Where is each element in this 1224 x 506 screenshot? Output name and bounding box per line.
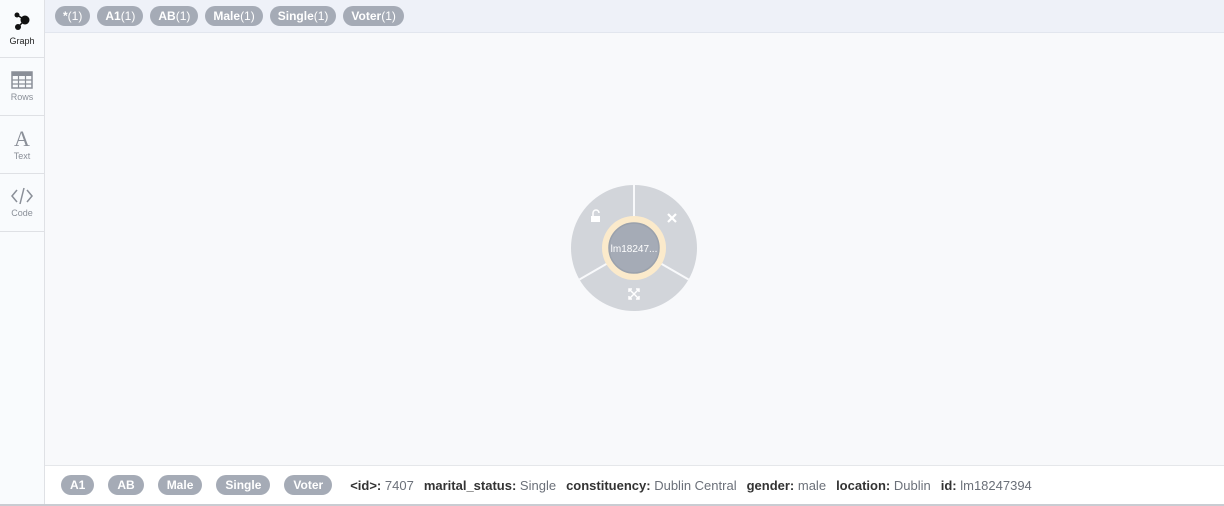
property-list: <id>: 7407 marital_status: Single consti… <box>350 478 1042 493</box>
property-key: location: <box>836 477 891 493</box>
property-value: Dublin Central <box>654 477 737 493</box>
detail-label-single[interactable]: Single <box>216 475 271 495</box>
detail-label-ab[interactable]: AB <box>108 475 144 495</box>
graph-icon <box>14 12 30 30</box>
pill-label: AB <box>158 9 176 23</box>
graph-canvas[interactable]: lm18247... <box>45 33 1224 465</box>
text-icon: A <box>14 128 30 148</box>
sidebar-item-label: Code <box>11 208 33 218</box>
property-key: gender: <box>746 477 795 493</box>
node-details-bar: A1 AB Male Single Voter <id>: 7407 marit… <box>45 465 1224 504</box>
sidebar-item-code[interactable]: Code <box>0 174 44 232</box>
property-item: <id>: 7407 <box>350 478 414 493</box>
graph-node-group[interactable]: lm18247... <box>570 185 698 312</box>
property-value: Single <box>519 477 557 493</box>
property-key: constituency: <box>566 477 651 493</box>
property-value: Dublin <box>893 477 931 493</box>
pill-label: Voter <box>351 9 382 23</box>
pill-label: A1 <box>105 9 121 23</box>
label-pill-voter[interactable]: Voter (1) <box>343 6 404 26</box>
label-pill-a1[interactable]: A1 (1) <box>97 6 144 26</box>
property-key: id: <box>940 477 957 493</box>
pill-label: Male <box>213 9 241 23</box>
svg-text:A: A <box>14 128 30 148</box>
pill-count: (1) <box>313 9 329 23</box>
sidebar-item-graph[interactable]: Graph <box>0 0 44 58</box>
label-pill-all[interactable]: * (1) <box>55 6 91 26</box>
sidebar-item-label: Graph <box>9 36 35 46</box>
label-pill-single[interactable]: Single (1) <box>269 6 337 26</box>
label-pill-ab[interactable]: AB (1) <box>150 6 199 26</box>
property-item: gender: male <box>747 478 826 493</box>
code-icon <box>11 187 33 205</box>
property-item: location: Dublin <box>836 478 931 493</box>
pill-count: (1) <box>120 9 136 23</box>
pill-label: Single <box>277 9 314 23</box>
property-item: marital_status: Single <box>424 478 556 493</box>
pill-count: (1) <box>381 9 396 23</box>
detail-label-voter[interactable]: Voter <box>284 475 333 495</box>
property-item: constituency: Dublin Central <box>566 478 737 493</box>
detail-label-male[interactable]: Male <box>157 475 203 495</box>
sidebar-item-text[interactable]: A Text <box>0 116 44 174</box>
table-icon <box>11 71 33 89</box>
property-value: lm18247394 <box>960 477 1032 493</box>
sidebar-item-label: Rows <box>10 92 34 102</box>
label-filter-bar: * (1) A1 (1) AB (1) Male (1) Single (1) Voter… <box>45 0 1224 33</box>
sidebar-item-label: Text <box>13 151 31 161</box>
pill-count: (1) <box>67 9 83 23</box>
sidebar: Graph Rows A Text Code <box>0 0 45 506</box>
sidebar-item-rows[interactable]: Rows <box>0 58 44 116</box>
detail-label-a1[interactable]: A1 <box>61 475 95 495</box>
property-key: <id>: <box>350 477 382 493</box>
label-pill-male[interactable]: Male (1) <box>205 6 263 26</box>
property-value: male <box>797 477 827 493</box>
graph-svg: lm18247... <box>570 185 698 312</box>
property-item: id: lm18247394 <box>941 478 1032 493</box>
property-value: 7407 <box>384 477 414 493</box>
node-caption: lm18247... <box>611 244 658 255</box>
pill-count: (1) <box>240 9 255 23</box>
property-key: marital_status: <box>423 477 517 493</box>
pill-count: (1) <box>175 9 191 23</box>
